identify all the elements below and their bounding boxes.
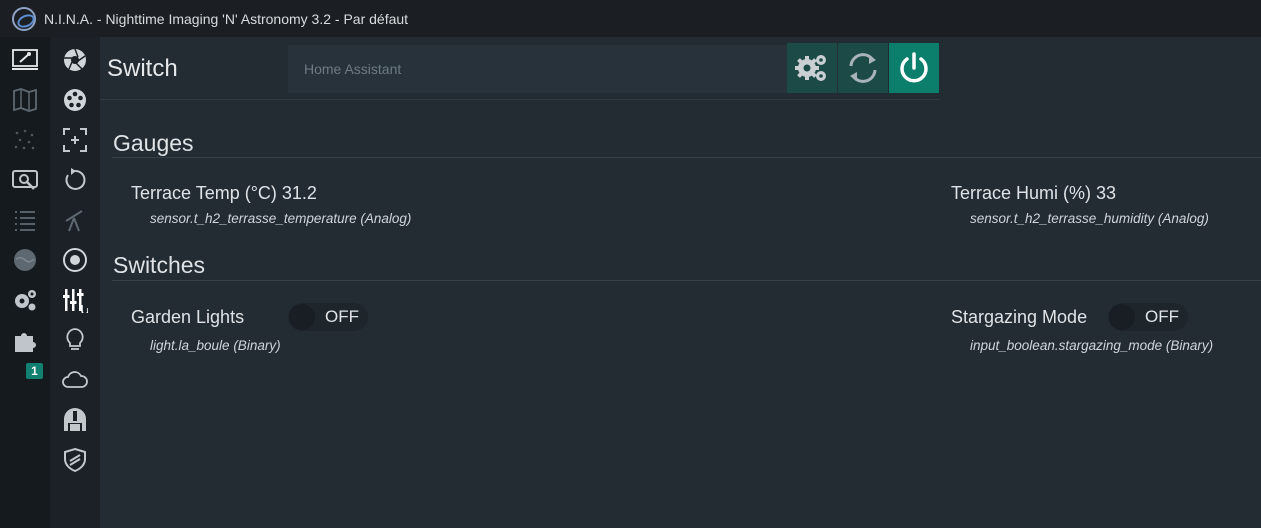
equipment-nav-rail xyxy=(50,37,100,528)
switch-stargazing-mode-source: input_boolean.stargazing_mode (Binary) xyxy=(970,338,1214,353)
switch-stargazing-mode-label: Stargazing Mode xyxy=(951,307,1088,327)
toggle-knob xyxy=(289,304,315,330)
map-icon[interactable] xyxy=(8,85,42,115)
filter-wheel-icon[interactable] xyxy=(58,85,92,115)
rotate-icon[interactable] xyxy=(58,165,92,195)
puzzle-icon[interactable] xyxy=(8,325,42,355)
toggle-state: OFF xyxy=(325,307,359,326)
shield-icon[interactable] xyxy=(58,445,92,475)
gauge-terrace-humi-label: Terrace Humi (%) 33 xyxy=(951,183,1117,203)
title-bar: N.I.N.A. - Nighttime Imaging 'N' Astrono… xyxy=(0,0,1261,37)
window-title: N.I.N.A. - Nighttime Imaging 'N' Astrono… xyxy=(44,10,409,27)
refresh-button[interactable] xyxy=(838,43,888,93)
switches-divider xyxy=(112,280,1261,281)
gauge-terrace-humi-source: sensor.t_h2_terrasse_humidity (Analog) xyxy=(970,211,1209,226)
page-title: Switch xyxy=(107,55,178,82)
search-target-icon[interactable] xyxy=(8,165,42,195)
list-icon[interactable] xyxy=(8,205,42,235)
nina-logo-icon xyxy=(12,6,36,31)
device-dropdown-value: Home Assistant xyxy=(304,61,402,77)
settings-gears-icon xyxy=(795,55,826,81)
gear-icon[interactable] xyxy=(8,285,42,315)
gauges-divider xyxy=(112,157,1261,158)
power-icon xyxy=(900,52,928,83)
plugins-badge: 1 xyxy=(26,363,43,379)
sliders-icon[interactable] xyxy=(58,285,92,315)
device-settings-button[interactable] xyxy=(787,43,837,93)
switch-panel: Switch Home Assistant Gauges Terrace Tem… xyxy=(100,37,1261,528)
lightbulb-icon[interactable] xyxy=(58,325,92,355)
connect-button[interactable] xyxy=(889,43,939,93)
switch-garden-lights-label: Garden Lights xyxy=(131,307,245,327)
stars-icon[interactable] xyxy=(8,125,42,155)
switches-section-title: Switches xyxy=(113,252,206,278)
cloud-icon[interactable] xyxy=(58,365,92,395)
primary-nav-rail: 1 xyxy=(0,37,50,528)
telescope-screen-icon[interactable] xyxy=(8,45,42,75)
target-icon[interactable] xyxy=(58,245,92,275)
gauges-section-title: Gauges xyxy=(113,130,194,156)
focus-icon[interactable] xyxy=(58,125,92,155)
switch-stargazing-mode-toggle[interactable]: OFF xyxy=(1108,303,1188,331)
observatory-icon[interactable] xyxy=(58,405,92,435)
gauge-terrace-temp-label: Terrace Temp (°C) 31.2 xyxy=(131,183,317,203)
gauge-terrace-temp-source: sensor.t_h2_terrasse_temperature (Analog… xyxy=(150,211,412,226)
toolbar-divider xyxy=(100,99,940,100)
toggle-knob xyxy=(1109,304,1135,330)
refresh-icon xyxy=(849,53,877,83)
aperture-icon[interactable] xyxy=(58,45,92,75)
telescope-icon[interactable] xyxy=(58,205,92,235)
switch-garden-lights-source: light.la_boule (Binary) xyxy=(150,338,281,353)
switch-garden-lights-toggle[interactable]: OFF xyxy=(288,303,368,331)
globe-icon[interactable] xyxy=(8,245,42,275)
toggle-state: OFF xyxy=(1145,307,1179,326)
